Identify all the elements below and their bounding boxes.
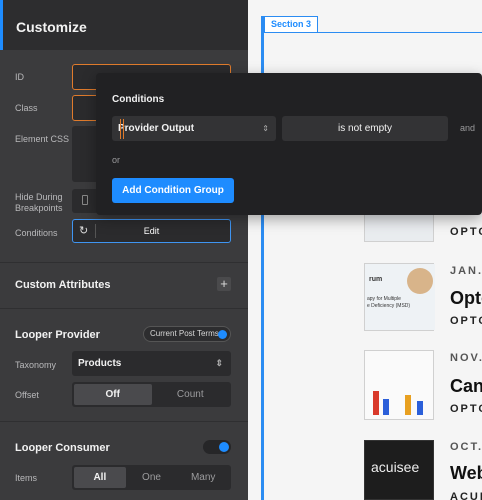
looper-provider-heading: Looper Provider — [15, 329, 100, 341]
post-month: JAN. — [450, 265, 482, 277]
looper-consumer-heading: Looper Consumer — [15, 442, 110, 454]
post-category: OPTO — [450, 226, 482, 238]
divider — [0, 262, 248, 263]
post-category: OPTO — [450, 403, 482, 415]
thumbnail-bar — [383, 399, 389, 415]
panel-header: Customize — [0, 0, 248, 50]
post-thumbnail[interactable]: acuisee — [364, 440, 434, 500]
chevron-updown-icon: ⇕ — [215, 358, 223, 368]
thumbnail-bar — [417, 401, 423, 415]
add-condition-group-button[interactable]: Add Condition Group — [112, 178, 234, 203]
looper-provider-pill-label: Current Post Terms — [150, 329, 219, 338]
thumbnail-text: rum — [369, 276, 383, 283]
add-attribute-icon[interactable]: + — [217, 277, 231, 291]
post-category: OPTO — [450, 315, 482, 327]
refresh-icon: ↻ — [79, 225, 89, 237]
divider — [0, 421, 248, 422]
post-title[interactable]: Can — [450, 376, 482, 397]
offset-segmented: Off Count — [72, 382, 231, 407]
and-link[interactable]: and — [460, 123, 475, 133]
offset-label: Offset — [15, 390, 39, 400]
toggle-dot-icon — [218, 330, 227, 339]
element-css-label: Element CSS — [15, 134, 70, 144]
condition-field-value: Provider Output — [118, 123, 195, 134]
thumbnail-text: e Deficiency (MSD) — [367, 303, 411, 309]
taxonomy-select[interactable]: Products ⇕ — [72, 351, 231, 376]
breakpoint-mobile-button[interactable] — [72, 189, 98, 213]
post-thumbnail[interactable] — [364, 350, 434, 420]
looper-provider-toggle[interactable]: Current Post Terms — [143, 326, 231, 342]
looper-consumer-toggle[interactable] — [203, 440, 231, 454]
offset-off-option[interactable]: Off — [74, 384, 152, 405]
condition-operator-select[interactable]: is not empty — [282, 116, 448, 141]
thumbnail-bar — [373, 391, 379, 415]
thumbnail-bar — [405, 395, 411, 415]
thumbnail-text: acuisee — [371, 459, 420, 475]
phone-icon — [82, 195, 88, 205]
conditions-edit-button[interactable]: ↻ Edit — [72, 219, 231, 243]
offset-count-option[interactable]: Count — [152, 384, 230, 405]
items-label: Items — [15, 473, 38, 483]
hide-during-label: Hide During — [15, 192, 63, 202]
breakpoints-label: Breakpoints — [15, 203, 63, 213]
id-label: ID — [15, 72, 24, 82]
chevron-updown-icon: ⇕ — [262, 124, 269, 133]
items-one-option[interactable]: One — [126, 467, 178, 488]
toggle-dot-icon — [219, 442, 229, 452]
taxonomy-label: Taxonomy — [15, 360, 57, 370]
items-all-option[interactable]: All — [74, 467, 126, 488]
divider — [0, 308, 248, 309]
or-label: or — [112, 155, 121, 165]
thumbnail-text: apy for Multiple — [367, 296, 401, 302]
condition-operator-value: is not empty — [338, 123, 392, 134]
post-title[interactable]: Opto — [450, 288, 482, 309]
class-label: Class — [15, 103, 38, 113]
items-many-option[interactable]: Many — [177, 467, 229, 488]
conditions-popup-title: Conditions — [112, 94, 165, 105]
taxonomy-value: Products — [78, 358, 122, 369]
edit-button-separator — [95, 224, 96, 238]
conditions-popup: Conditions Provider Output ⇕ is not empt… — [96, 73, 482, 215]
custom-attributes-heading: Custom Attributes — [15, 279, 111, 291]
panel-title: Customize — [16, 19, 87, 35]
edit-label: Edit — [143, 226, 160, 236]
section-tag[interactable]: Section 3 — [264, 16, 319, 33]
post-month: OCT. — [450, 441, 482, 453]
condition-field-select[interactable]: Provider Output ⇕ — [112, 116, 276, 141]
post-month: NOV. — [450, 352, 482, 364]
post-thumbnail[interactable]: rum apy for Multiple e Deficiency (MSD) — [364, 263, 435, 331]
post-category: ACUI — [450, 491, 482, 500]
thumbnail-photo — [407, 268, 433, 294]
items-segmented: All One Many — [72, 465, 231, 490]
conditions-label: Conditions — [15, 228, 58, 238]
text-cursor-icon — [120, 119, 124, 139]
post-title[interactable]: Web — [450, 463, 482, 484]
